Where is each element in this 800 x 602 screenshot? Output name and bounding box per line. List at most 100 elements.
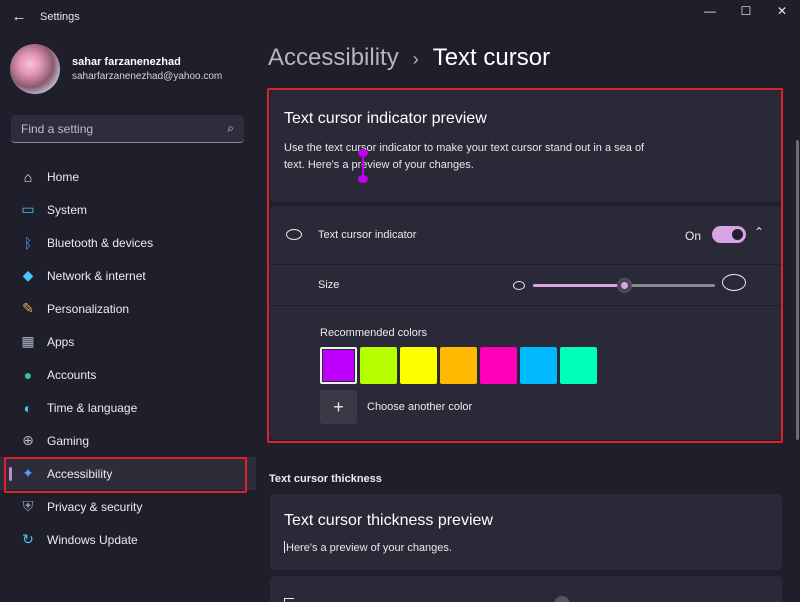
recommended-colors-label: Recommended colors bbox=[320, 327, 427, 339]
back-arrow-icon: ← bbox=[11, 8, 27, 25]
sidebar-item-label: Gaming bbox=[47, 433, 90, 448]
sidebar-item-accounts[interactable]: ● Accounts bbox=[0, 358, 256, 391]
preview-title: Text cursor indicator preview bbox=[284, 110, 487, 127]
color-swatch[interactable] bbox=[360, 347, 397, 384]
color-swatch[interactable] bbox=[400, 347, 437, 384]
thickness-preview-title: Text cursor thickness preview bbox=[284, 512, 493, 529]
page-title: Text cursor bbox=[432, 44, 551, 71]
plus-icon: + bbox=[333, 396, 344, 417]
close-icon: ✕ bbox=[776, 4, 788, 18]
thickness-icon bbox=[284, 598, 294, 602]
brush-icon: ✎ bbox=[22, 300, 34, 316]
sidebar-item-time-language[interactable]: ◐ Time & language bbox=[0, 391, 256, 424]
monitor-icon: ▭ bbox=[21, 201, 35, 217]
chevron-down-icon[interactable]: ⌄ bbox=[762, 594, 772, 602]
search-icon[interactable]: ⌕ bbox=[227, 121, 234, 136]
search-input[interactable]: Find a setting ⌕ bbox=[11, 115, 244, 143]
toggle-knob bbox=[732, 229, 743, 240]
shield-icon: ⛨ bbox=[22, 498, 34, 514]
profile-email: saharfarzanenezhad@yahoo.com bbox=[72, 71, 223, 82]
chevron-up-icon[interactable]: ⌃ bbox=[754, 225, 764, 239]
minimize-button[interactable]: — bbox=[692, 0, 728, 22]
cursor-indicator-icon bbox=[286, 229, 302, 240]
add-color-button[interactable]: + bbox=[320, 390, 357, 424]
gamepad-icon: ⊕ bbox=[22, 432, 34, 448]
profile-text: sahar farzanenezhad saharfarzanenezhad@y… bbox=[72, 56, 222, 82]
color-swatch[interactable] bbox=[560, 347, 597, 384]
sidebar-item-apps[interactable]: ▦ Apps bbox=[0, 325, 256, 358]
sidebar-item-label: Accounts bbox=[47, 367, 97, 382]
preview-description: Use the text cursor indicator to make yo… bbox=[284, 142, 645, 171]
color-swatch[interactable] bbox=[440, 347, 477, 384]
avatar bbox=[10, 44, 60, 94]
bluetooth-icon: ᛒ bbox=[23, 234, 33, 251]
size-slider[interactable] bbox=[533, 278, 715, 293]
close-button[interactable]: ✕ bbox=[764, 0, 800, 22]
indicator-setting-row[interactable]: Text cursor indicator On ⌃ bbox=[270, 206, 782, 264]
indicator-toggle[interactable] bbox=[712, 226, 746, 243]
window-controls: — ☐ ✕ bbox=[692, 0, 800, 22]
toggle-state-label: On bbox=[685, 229, 702, 243]
text-cursor-indicator-icon bbox=[358, 149, 368, 183]
sidebar-item-label: Home bbox=[47, 169, 80, 184]
user-profile[interactable]: sahar farzanenezhad saharfarzanenezhad@y… bbox=[10, 44, 222, 94]
slider-fill bbox=[533, 284, 624, 287]
thickness-preview-description: Here's a preview of your changes. bbox=[286, 542, 452, 554]
apps-icon: ▦ bbox=[21, 333, 35, 349]
app-title: Settings bbox=[40, 11, 80, 23]
sidebar-item-label: Bluetooth & devices bbox=[47, 235, 154, 250]
sidebar-item-label: Apps bbox=[47, 334, 75, 349]
sidebar-item-network[interactable]: ◆ Network & internet bbox=[0, 259, 256, 292]
slider-thumb[interactable] bbox=[617, 278, 632, 293]
sidebar-item-label: System bbox=[47, 202, 88, 217]
thickness-preview-card: Text cursor thickness preview Here's a p… bbox=[270, 494, 782, 570]
maximize-icon: ☐ bbox=[740, 4, 752, 18]
search-placeholder: Find a setting bbox=[21, 122, 94, 136]
sidebar-item-label: Network & internet bbox=[47, 268, 146, 283]
scrollbar[interactable] bbox=[796, 140, 799, 440]
thickness-preview-text-line: Here's a preview of your changes. bbox=[284, 540, 664, 557]
color-swatches bbox=[320, 347, 600, 384]
person-icon: ● bbox=[23, 366, 33, 383]
sidebar-item-privacy[interactable]: ⛨ Privacy & security bbox=[0, 490, 256, 523]
colors-setting-row: Recommended colors + Choose another colo… bbox=[270, 306, 782, 440]
breadcrumb: Accessibility › Text cursor bbox=[268, 44, 550, 72]
thickness-slider-thumb[interactable] bbox=[554, 596, 570, 602]
sidebar-item-personalization[interactable]: ✎ Personalization bbox=[0, 292, 256, 325]
large-indicator-icon bbox=[722, 274, 746, 291]
small-indicator-icon bbox=[513, 281, 525, 290]
sidebar-item-label: Time & language bbox=[47, 400, 138, 415]
title-bar: ← Settings — ☐ ✕ bbox=[0, 0, 800, 36]
sidebar-item-label: Windows Update bbox=[47, 532, 138, 547]
sidebar-item-label: Personalization bbox=[47, 301, 130, 316]
thickness-setting-row[interactable]: ⌄ bbox=[270, 576, 782, 602]
text-caret bbox=[284, 541, 285, 553]
sidebar-nav: ⌂ Home ▭ System ᛒ Bluetooth & devices ◆ … bbox=[0, 160, 256, 556]
sidebar-item-home[interactable]: ⌂ Home bbox=[0, 160, 256, 193]
chevron-right-icon: › bbox=[412, 49, 419, 69]
nav-highlight-box bbox=[4, 457, 247, 493]
sidebar-item-system[interactable]: ▭ System bbox=[0, 193, 256, 226]
sidebar-item-bluetooth[interactable]: ᛒ Bluetooth & devices bbox=[0, 226, 256, 259]
size-setting-row: Size bbox=[270, 265, 782, 305]
refresh-icon: ↻ bbox=[22, 531, 34, 547]
globe-clock-icon: ◐ bbox=[23, 399, 33, 416]
wifi-icon: ◆ bbox=[22, 267, 34, 283]
minimize-icon: — bbox=[704, 4, 716, 18]
thickness-section-heading: Text cursor thickness bbox=[269, 473, 382, 485]
color-swatch[interactable] bbox=[320, 347, 357, 384]
size-label: Size bbox=[318, 279, 340, 291]
sidebar-item-windows-update[interactable]: ↻ Windows Update bbox=[0, 523, 256, 556]
profile-name: sahar farzanenezhad bbox=[72, 56, 181, 68]
indicator-preview-card: Text cursor indicator preview Use the te… bbox=[270, 90, 782, 202]
add-color-label[interactable]: Choose another color bbox=[367, 401, 472, 413]
back-button[interactable]: ← bbox=[10, 8, 28, 26]
sidebar-item-label: Privacy & security bbox=[47, 499, 143, 514]
home-icon: ⌂ bbox=[23, 168, 33, 185]
maximize-button[interactable]: ☐ bbox=[728, 0, 764, 22]
color-swatch[interactable] bbox=[520, 347, 557, 384]
indicator-label: Text cursor indicator bbox=[318, 229, 417, 241]
breadcrumb-parent[interactable]: Accessibility bbox=[268, 44, 399, 72]
color-swatch[interactable] bbox=[480, 347, 517, 384]
sidebar-item-gaming[interactable]: ⊕ Gaming bbox=[0, 424, 256, 457]
